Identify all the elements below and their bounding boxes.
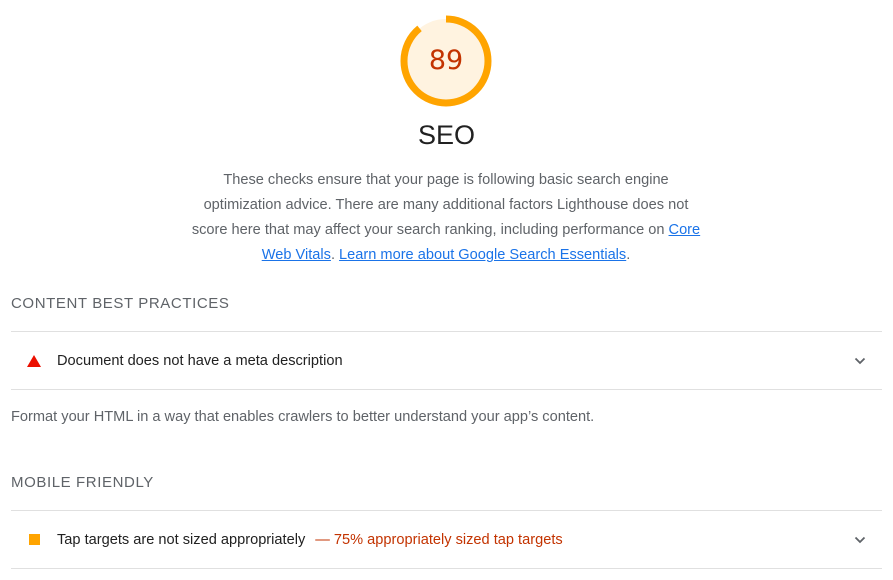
audit-tap-targets[interactable]: Tap targets are not sized appropriately … (11, 511, 882, 568)
average-square-icon (11, 534, 57, 545)
divider (11, 568, 882, 569)
score-value: 89 (428, 45, 464, 76)
audit-title: Tap targets are not sized appropriately (57, 531, 306, 548)
audit-display-value: — 75% appropriately sized tap targets (315, 531, 563, 548)
category-description: These checks ensure that your page is fo… (186, 168, 706, 268)
group-title-content-best-practices: CONTENT BEST PRACTICES (11, 295, 230, 312)
description-separator: . (330, 247, 340, 263)
audit-title: Document does not have a meta descriptio… (57, 352, 343, 369)
divider (11, 389, 882, 390)
audit-meta-description[interactable]: Document does not have a meta descriptio… (11, 332, 882, 389)
group-description: Format your HTML in a way that enables c… (11, 409, 595, 425)
fail-triangle-icon (11, 354, 57, 367)
description-text: These checks ensure that your page is fo… (191, 172, 689, 238)
chevron-down-icon[interactable] (854, 355, 866, 367)
score-gauge: 89 (399, 14, 493, 108)
group-title-mobile-friendly: MOBILE FRIENDLY (11, 474, 154, 491)
chevron-down-icon[interactable] (854, 534, 866, 546)
description-end: . (626, 247, 631, 263)
category-title: SEO (417, 120, 476, 150)
search-essentials-link[interactable]: Learn more about Google Search Essential… (339, 247, 626, 263)
